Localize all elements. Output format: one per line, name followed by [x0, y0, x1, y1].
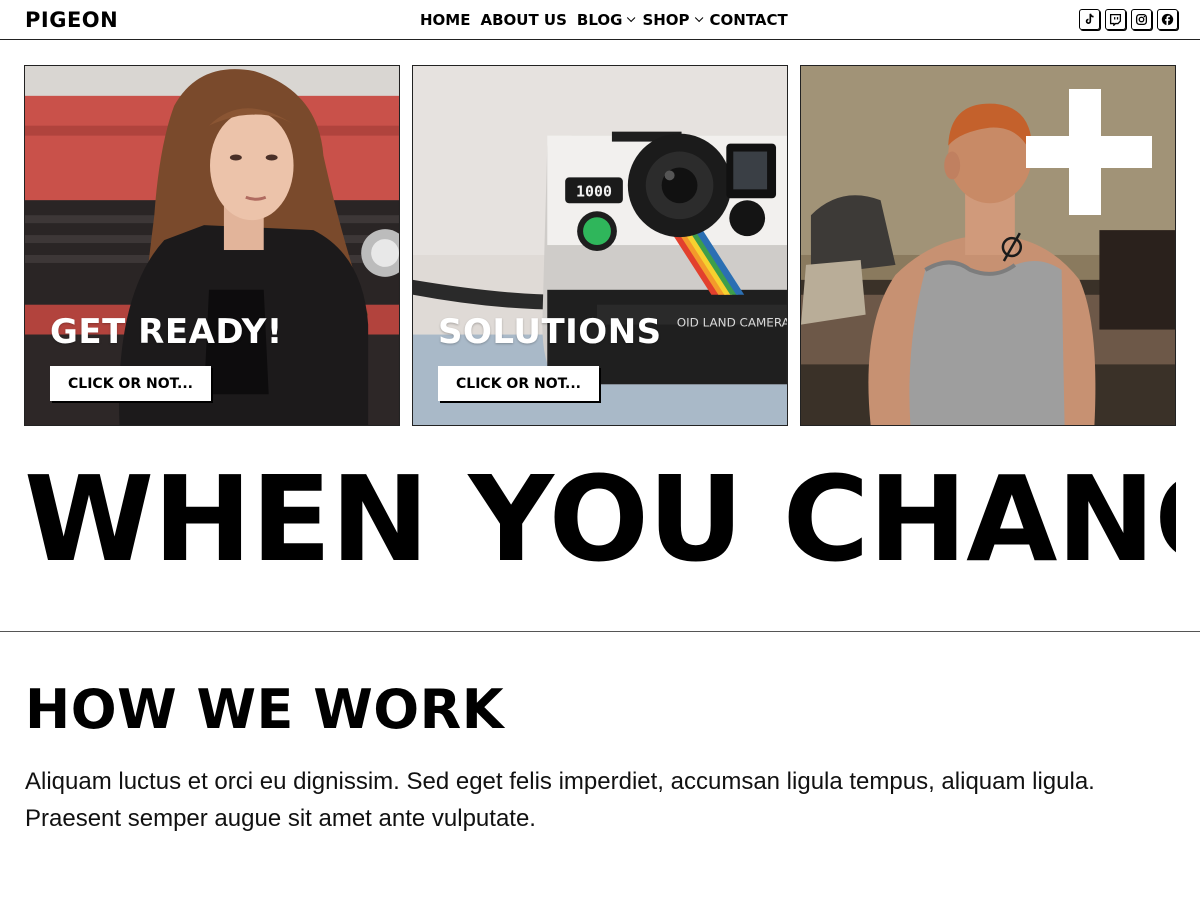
section-divider — [0, 631, 1200, 632]
feature-card-get-ready[interactable]: GET READY! CLICK OR NOT... — [24, 65, 400, 426]
card-cta-button[interactable]: CLICK OR NOT... — [438, 366, 599, 401]
site-header: PIGEON HOME ABOUT US BLOG SHOP CONTACT — [0, 0, 1200, 40]
social-links — [1079, 9, 1178, 30]
nav-label: HOME — [420, 11, 471, 29]
marquee-text: WHEN YOU CHANGE — [24, 450, 1176, 588]
nav-label: CONTACT — [709, 11, 788, 29]
how-we-work-body: Aliquam luctus et orci eu dignissim. Sed… — [25, 768, 1095, 832]
facebook-icon[interactable] — [1157, 9, 1178, 30]
feature-card-image[interactable] — [800, 65, 1176, 426]
card-cta-button[interactable]: CLICK OR NOT... — [50, 366, 211, 401]
site-logo[interactable]: PIGEON — [25, 8, 118, 32]
svg-text:1000: 1000 — [576, 182, 612, 200]
chevron-down-icon — [694, 13, 703, 23]
feature-cards: GET READY! CLICK OR NOT... 1000 OID LAND… — [24, 65, 1176, 426]
nav-item-about-us[interactable]: ABOUT US — [480, 11, 566, 29]
nav-label: ABOUT US — [480, 11, 567, 29]
nav-item-shop[interactable]: SHOP — [642, 11, 703, 29]
card-title: SOLUTIONS — [438, 312, 662, 352]
tiktok-icon[interactable] — [1079, 9, 1100, 30]
twitch-icon[interactable] — [1105, 9, 1126, 30]
nav-label: SHOP — [642, 11, 690, 29]
nav-label: BLOG — [576, 11, 623, 29]
main-nav: HOME ABOUT US BLOG SHOP CONTACT — [420, 11, 798, 29]
nav-item-home[interactable]: HOME — [420, 11, 470, 29]
scrolling-marquee: WHEN YOU CHANGE — [24, 440, 1176, 600]
plus-icon — [1026, 89, 1152, 215]
how-we-work-title: HOW WE WORK — [25, 678, 505, 741]
card-title: GET READY! — [50, 312, 283, 352]
svg-text:OID LAND CAMERA: OID LAND CAMERA — [677, 316, 787, 330]
nav-item-contact[interactable]: CONTACT — [710, 11, 788, 29]
feature-card-solutions[interactable]: 1000 OID LAND CAMERA SOLUTIONS CLICK OR … — [412, 65, 788, 426]
instagram-icon[interactable] — [1131, 9, 1152, 30]
chevron-down-icon — [627, 13, 636, 23]
nav-item-blog[interactable]: BLOG — [576, 11, 636, 29]
